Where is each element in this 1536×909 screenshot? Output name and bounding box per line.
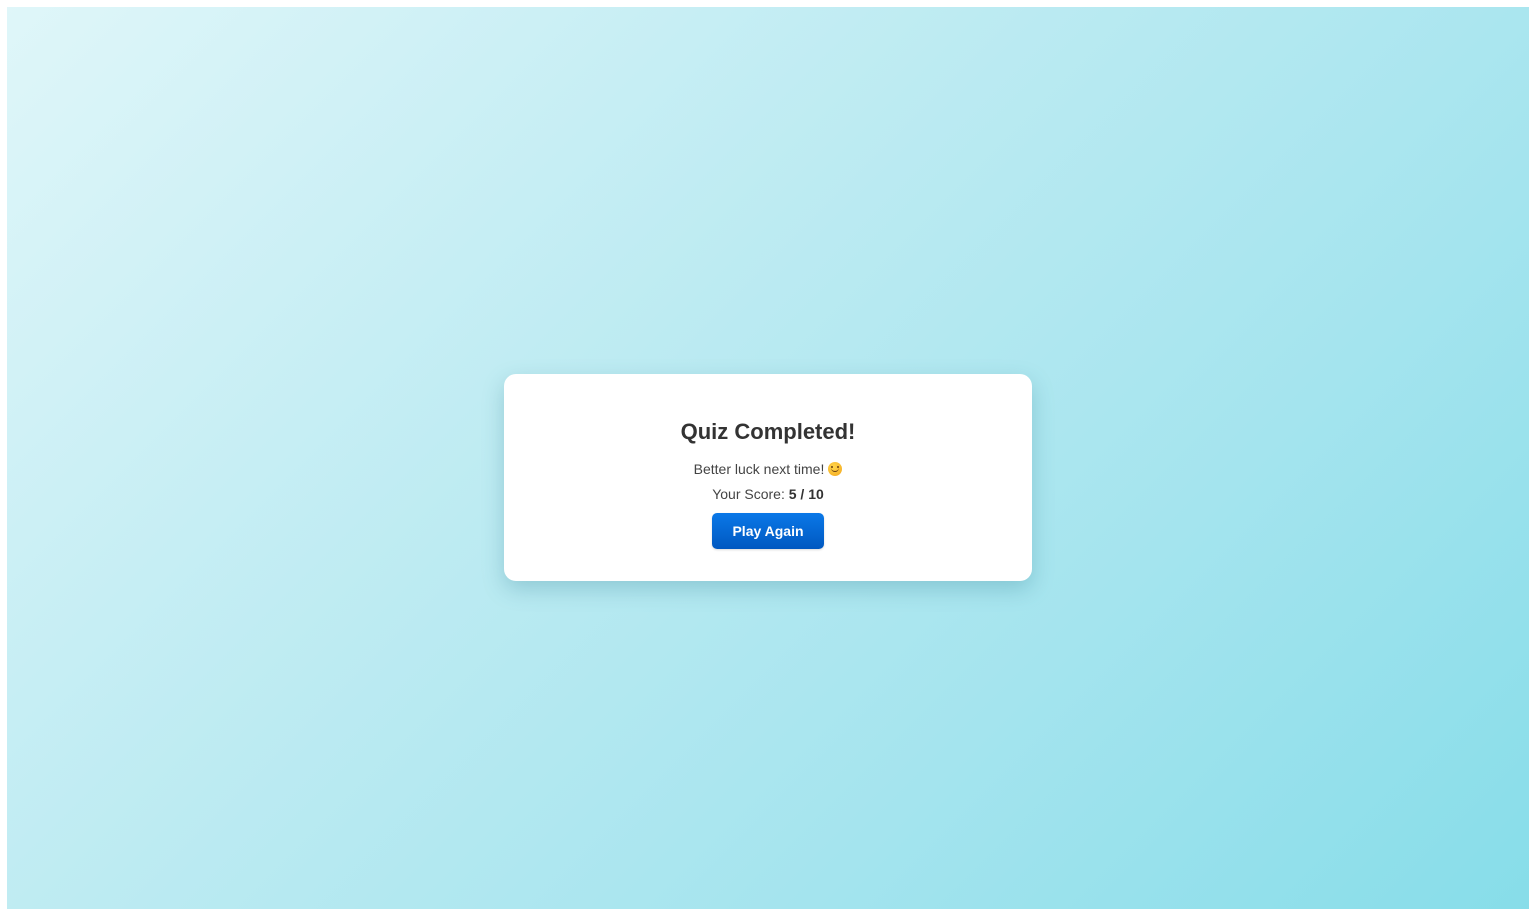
- play-again-button[interactable]: Play Again: [712, 513, 824, 549]
- result-card: Quiz Completed! Better luck next time! Y…: [504, 374, 1032, 581]
- score-value: 5 / 10: [788, 486, 824, 502]
- result-message-line: Better luck next time!: [504, 460, 1032, 478]
- score-line: Your Score: 5 / 10: [504, 485, 1032, 503]
- result-message: Better luck next time!: [693, 461, 825, 477]
- smiling-face-icon: [828, 462, 843, 476]
- score-label: Your Score:: [712, 486, 785, 502]
- page-background: Quiz Completed! Better luck next time! Y…: [7, 7, 1529, 909]
- result-title: Quiz Completed!: [680, 419, 856, 444]
